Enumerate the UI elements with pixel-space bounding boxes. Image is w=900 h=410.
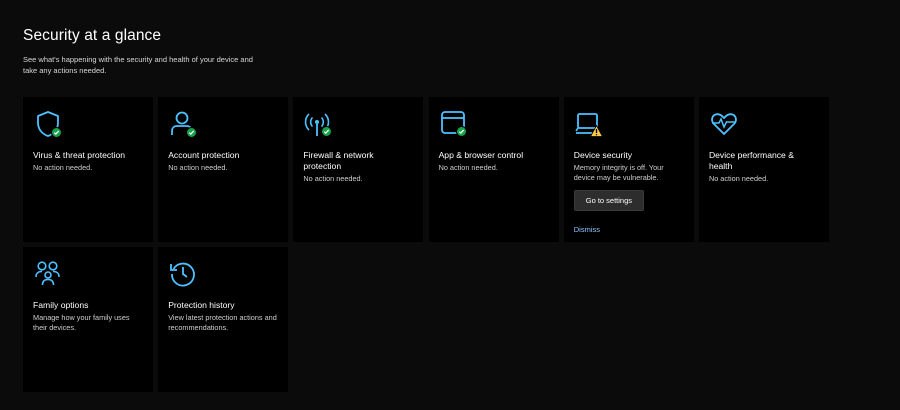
tile-status: Memory integrity is off. Your device may… — [573, 163, 664, 182]
family-icon — [33, 259, 63, 289]
person-icon — [168, 109, 198, 139]
tile-title: Account protection — [168, 150, 240, 160]
page-subtitle: See what's happening with the security a… — [23, 55, 253, 75]
tile-status: Manage how your family uses their device… — [33, 313, 130, 332]
heartbeat-icon — [709, 109, 739, 139]
tile-status: View latest protection actions and recom… — [168, 313, 277, 332]
tile-title: Family options — [33, 300, 89, 310]
page-title: Security at a glance — [23, 27, 162, 44]
tile-status: No action needed. — [438, 163, 498, 172]
tile-status: No action needed. — [33, 163, 93, 172]
tile-title: Device performance & health — [708, 150, 794, 171]
tile-status: No action needed. — [303, 174, 363, 183]
tile-device-performance-health[interactable]: Device performance & health No action ne… — [698, 97, 829, 242]
checkmark-badge-icon — [51, 127, 62, 138]
page-header: Security at a glance See what's happenin… — [23, 27, 263, 76]
checkmark-badge-icon — [455, 126, 467, 137]
wireless-antenna-icon — [303, 109, 333, 139]
go-to-settings-button[interactable]: Go to settings — [573, 190, 645, 211]
tile-account-protection[interactable]: Account protection No action needed. — [158, 97, 289, 242]
tile-family-options[interactable]: Family options Manage how your family us… — [23, 247, 153, 392]
laptop-icon — [574, 109, 604, 139]
tile-status: No action needed. — [708, 174, 769, 183]
tile-status: No action needed. — [168, 163, 228, 172]
tile-device-security[interactable]: Device security Memory integrity is off.… — [563, 97, 694, 242]
dismiss-link[interactable]: Dismiss — [574, 225, 684, 234]
tile-firewall-network-protection[interactable]: Firewall & network protection No action … — [293, 97, 424, 242]
tile-title: Protection history — [168, 300, 235, 310]
shield-icon — [33, 109, 63, 139]
tile-title: Device security — [573, 150, 633, 160]
warning-icon — [589, 124, 603, 142]
tile-title: Virus & threat protection — [33, 150, 126, 160]
tile-virus-threat-protection[interactable]: Virus & threat protection No action need… — [23, 97, 153, 242]
history-icon — [168, 259, 198, 289]
tile-title: Firewall & network protection — [303, 150, 374, 171]
tile-protection-history[interactable]: Protection history View latest protectio… — [158, 247, 289, 392]
browser-window-icon — [439, 109, 469, 139]
tile-app-browser-control[interactable]: App & browser control No action needed. — [428, 97, 559, 242]
security-tiles-grid: Virus & threat protection No action need… — [23, 97, 829, 392]
tile-title: App & browser control — [438, 150, 524, 160]
